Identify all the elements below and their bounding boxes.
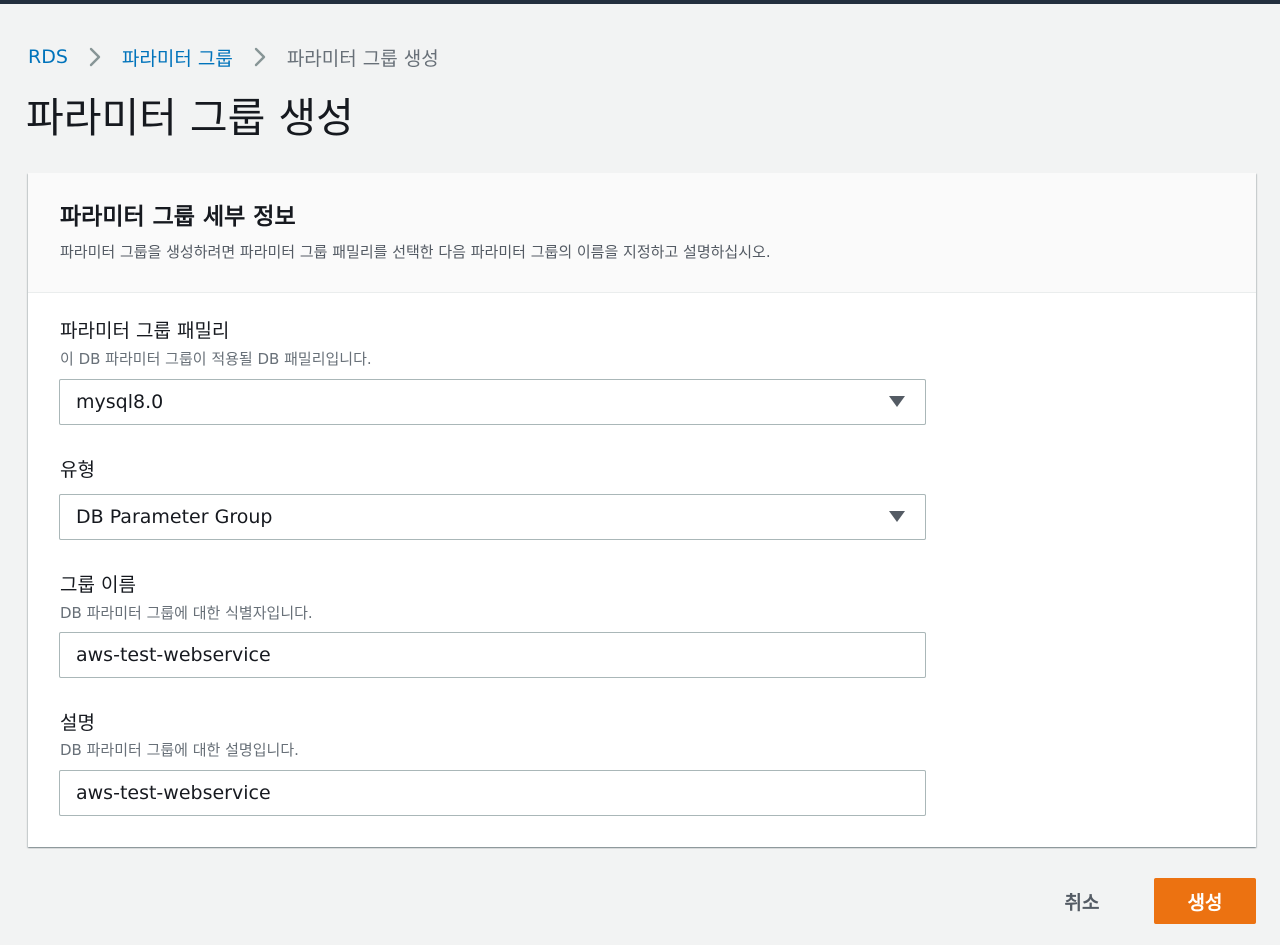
family-select[interactable]: mysql8.0 [59,379,926,425]
group-name-field[interactable] [59,632,926,678]
description-input[interactable] [76,771,896,815]
group-name-description: DB 파라미터 그룹에 대한 식별자입니다. [60,604,313,622]
create-button[interactable]: 생성 [1154,878,1256,924]
breadcrumb-item-current: 파라미터 그룹 생성 [286,47,439,70]
type-label: 유형 [60,459,95,481]
family-description: 이 DB 파라미터 그룹이 적용될 DB 패밀리입니다. [60,350,372,368]
family-label: 파라미터 그룹 패밀리 [60,320,230,342]
group-name-input[interactable] [76,633,896,677]
cancel-button[interactable]: 취소 [1040,878,1124,924]
breadcrumb-item-rds[interactable]: RDS [28,46,68,68]
caret-down-icon [889,511,905,522]
group-name-label: 그룹 이름 [60,574,136,596]
family-selected-value: mysql8.0 [76,391,164,413]
description-hint: DB 파라미터 그룹에 대한 설명입니다. [60,741,299,759]
description-label: 설명 [60,712,95,734]
chevron-right-icon [245,44,275,70]
type-selected-value: DB Parameter Group [76,506,273,528]
top-navigation-strip [0,0,1280,4]
breadcrumb-item-parameter-groups[interactable]: 파라미터 그룹 [122,44,233,71]
description-field[interactable] [59,770,926,816]
panel-title: 파라미터 그룹 세부 정보 [60,204,296,230]
parameter-group-details-panel: 파라미터 그룹 세부 정보 파라미터 그룹을 생성하려면 파라미터 그룹 패밀리… [28,173,1256,847]
panel-description: 파라미터 그룹을 생성하려면 파라미터 그룹 패밀리를 선택한 다음 파라미터 … [60,243,771,261]
type-select[interactable]: DB Parameter Group [59,494,926,540]
page-title: 파라미터 그룹 생성 [26,94,354,142]
breadcrumb: RDS 파라미터 그룹 파라미터 그룹 생성 [28,44,439,70]
caret-down-icon [889,396,905,407]
panel-header: 파라미터 그룹 세부 정보 파라미터 그룹을 생성하려면 파라미터 그룹 패밀리… [28,173,1256,293]
chevron-right-icon [80,44,110,70]
